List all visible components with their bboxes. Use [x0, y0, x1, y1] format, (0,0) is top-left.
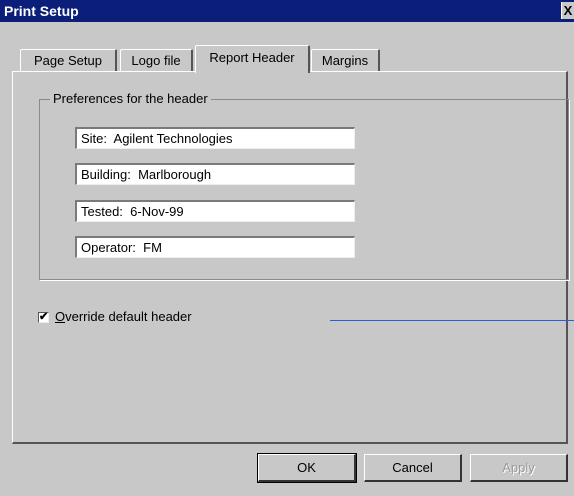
annotation-line — [330, 320, 574, 321]
tab-panel-report-header: Preferences for the header — [12, 71, 569, 444]
override-header-label[interactable]: Override default header — [55, 309, 192, 324]
apply-button[interactable]: Apply — [470, 454, 568, 482]
header-preferences-group: Preferences for the header — [39, 91, 569, 280]
tab-report-header[interactable]: Report Header — [195, 45, 310, 73]
override-header-label-text: verride default header — [65, 309, 192, 324]
building-field[interactable] — [75, 163, 355, 185]
override-header-checkbox[interactable]: ✔ — [38, 312, 49, 323]
window-title: Print Setup — [4, 3, 79, 19]
cancel-button[interactable]: Cancel — [364, 454, 462, 482]
title-bar: Print Setup X — [0, 0, 574, 22]
tab-logo-file[interactable]: Logo file — [120, 49, 193, 72]
tested-field[interactable] — [75, 200, 355, 222]
site-field[interactable] — [75, 127, 355, 149]
ok-button[interactable]: OK — [258, 454, 356, 482]
tab-page-setup[interactable]: Page Setup — [20, 49, 117, 72]
operator-field[interactable] — [75, 236, 355, 258]
close-button[interactable]: X — [561, 2, 574, 19]
group-label: Preferences for the header — [50, 91, 211, 107]
override-header-accel: O — [55, 309, 66, 324]
tab-margins[interactable]: Margins — [311, 49, 380, 72]
